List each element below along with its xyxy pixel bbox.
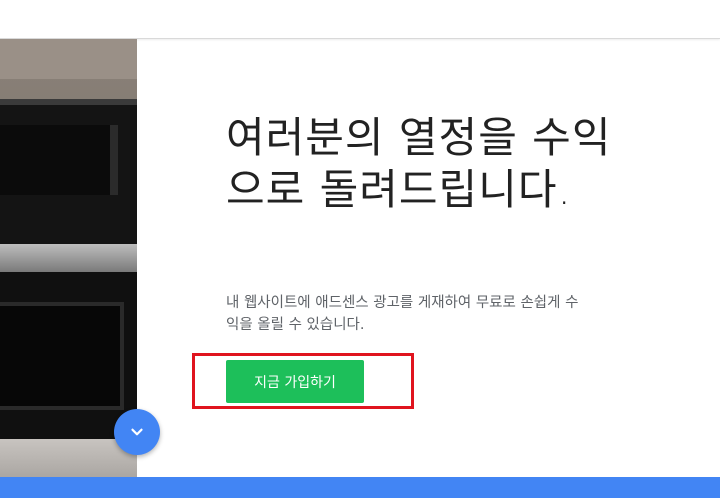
hero-subtext: 내 웹사이트에 애드센스 광고를 게재하여 무료로 손쉽게 수익을 올릴 수 있…	[226, 295, 579, 333]
bottom-blue-banner	[0, 477, 720, 498]
hero-headline: 여러분의 열정을 수익으로 돌려드립니다.	[226, 113, 612, 214]
scroll-down-button[interactable]	[114, 409, 160, 455]
top-navigation-bar	[0, 0, 720, 39]
chevron-down-icon	[131, 428, 143, 436]
hero-photo-ovens	[0, 39, 137, 477]
signup-now-button[interactable]: 지금 가입하기	[226, 360, 364, 403]
